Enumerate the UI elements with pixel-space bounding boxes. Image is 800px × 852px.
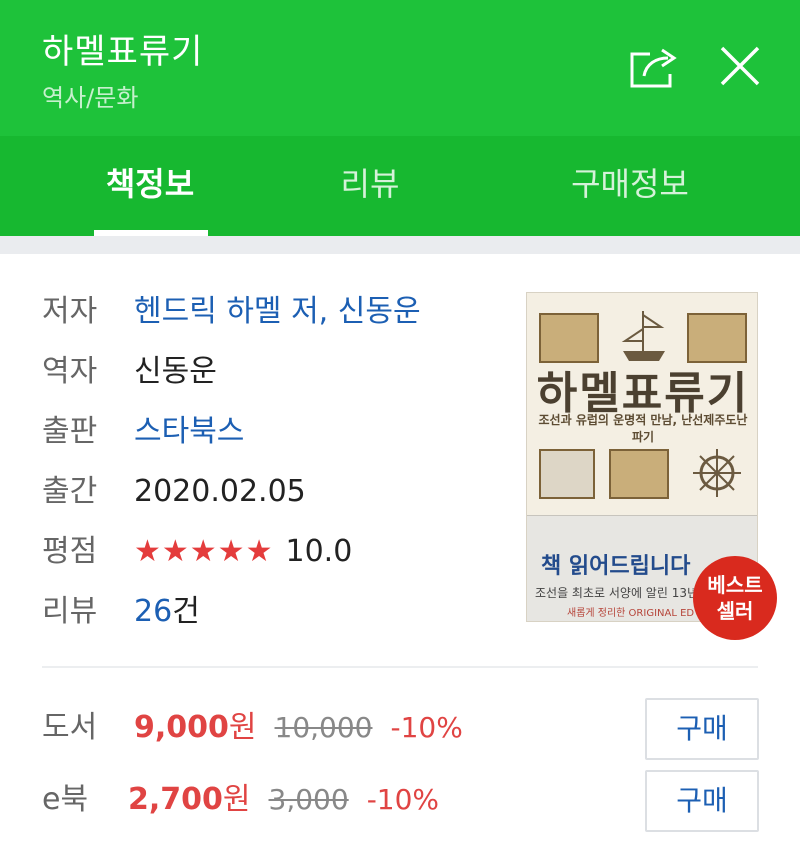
price-info: 2,700원 3,000 -10%	[128, 770, 439, 834]
discount-rate: -10%	[390, 711, 463, 744]
section-divider	[0, 236, 800, 254]
translator-row: 역자 신동운	[42, 342, 502, 402]
rating-score: 10.0	[285, 534, 353, 569]
original-price: 3,000	[268, 783, 349, 816]
cover-band-edition: 새롭게 정리한 ORIGINAL ED	[567, 608, 695, 619]
cover-illustration	[539, 449, 595, 499]
translator-value: 신동운	[134, 354, 217, 389]
publisher-label: 출판	[42, 414, 98, 449]
sale-price-value: 2,700	[128, 782, 223, 817]
tab-book-info[interactable]: 책정보	[60, 136, 240, 236]
star-rating-icon: ★★★★★	[134, 534, 274, 569]
price-row-ebook: e북 2,700원 3,000 -10% 구매	[42, 770, 759, 832]
publisher-link[interactable]: 스타북스	[134, 402, 244, 462]
author-row: 저자 헨드릭 하멜 저, 신동운	[42, 282, 502, 342]
cover-band-title: 책 읽어드립니다	[541, 554, 691, 579]
price-type-label: 도서	[42, 710, 98, 745]
review-label: 리뷰	[42, 594, 98, 629]
badge-line-2: 셀러	[716, 599, 754, 623]
price-info: 9,000원 10,000 -10%	[134, 698, 463, 762]
publisher-row: 출판 스타북스	[42, 402, 502, 462]
date-label: 출간	[42, 474, 98, 509]
tab-bar: 책정보 리뷰 구매정보	[0, 136, 800, 236]
rating-row: 평점 ★★★★★ 10.0	[42, 522, 502, 582]
buy-ebook-button[interactable]: 구매	[645, 770, 759, 832]
review-count: 26	[134, 594, 173, 629]
date-value: 2020.02.05	[134, 474, 306, 509]
price-row-print: 도서 9,000원 10,000 -10% 구매	[42, 698, 759, 760]
tab-reviews[interactable]: 리뷰	[280, 136, 460, 236]
app-header: 하멜표류기 역사/문화	[0, 0, 800, 136]
price-divider	[42, 666, 758, 668]
close-icon	[720, 46, 760, 86]
price-type-label: e북	[42, 782, 89, 817]
cover-illustration	[539, 313, 599, 363]
share-icon	[630, 48, 677, 88]
date-row: 출간 2020.02.05	[42, 462, 502, 522]
close-button[interactable]	[712, 38, 768, 94]
cover-band-tagline: 조선을 최초로 서양에 알린 13년	[535, 586, 699, 600]
share-button[interactable]	[624, 38, 684, 94]
page-title: 하멜표류기	[42, 32, 204, 72]
review-row: 리뷰 26건	[42, 582, 502, 642]
review-count-link[interactable]: 26건	[134, 582, 200, 642]
price-unit: 원	[222, 782, 251, 817]
buy-print-button[interactable]: 구매	[645, 698, 759, 760]
price-unit: 원	[228, 710, 257, 745]
sale-price-value: 9,000	[134, 710, 229, 745]
cover-illustration-bottom	[539, 445, 747, 505]
author-link[interactable]: 헨드릭 하멜 저, 신동운	[134, 282, 421, 342]
category-label: 역사/문화	[42, 84, 139, 112]
cover-illustration	[687, 313, 747, 363]
cover-subtitle: 조선과 유럽의 운명적 만남, 난선제주도난파기	[538, 413, 748, 444]
review-unit: 건	[172, 594, 200, 629]
original-price: 10,000	[274, 711, 373, 744]
tab-purchase-info[interactable]: 구매정보	[520, 136, 740, 236]
ship-wheel-icon	[693, 449, 741, 497]
rating-value-group: ★★★★★ 10.0	[134, 522, 352, 582]
sale-price: 9,000원	[134, 710, 257, 745]
book-info-list: 저자 헨드릭 하멜 저, 신동운 역자 신동운 출판 스타북스 출간 2020.…	[42, 282, 502, 642]
cover-illustration	[609, 449, 669, 499]
author-label: 저자	[42, 294, 98, 329]
bestseller-badge: 베스트 셀러	[693, 556, 777, 640]
translator-label: 역자	[42, 354, 98, 389]
badge-line-1: 베스트	[707, 573, 763, 597]
rating-label: 평점	[42, 534, 98, 569]
discount-rate: -10%	[366, 783, 440, 816]
sale-price: 2,700원	[128, 782, 251, 817]
